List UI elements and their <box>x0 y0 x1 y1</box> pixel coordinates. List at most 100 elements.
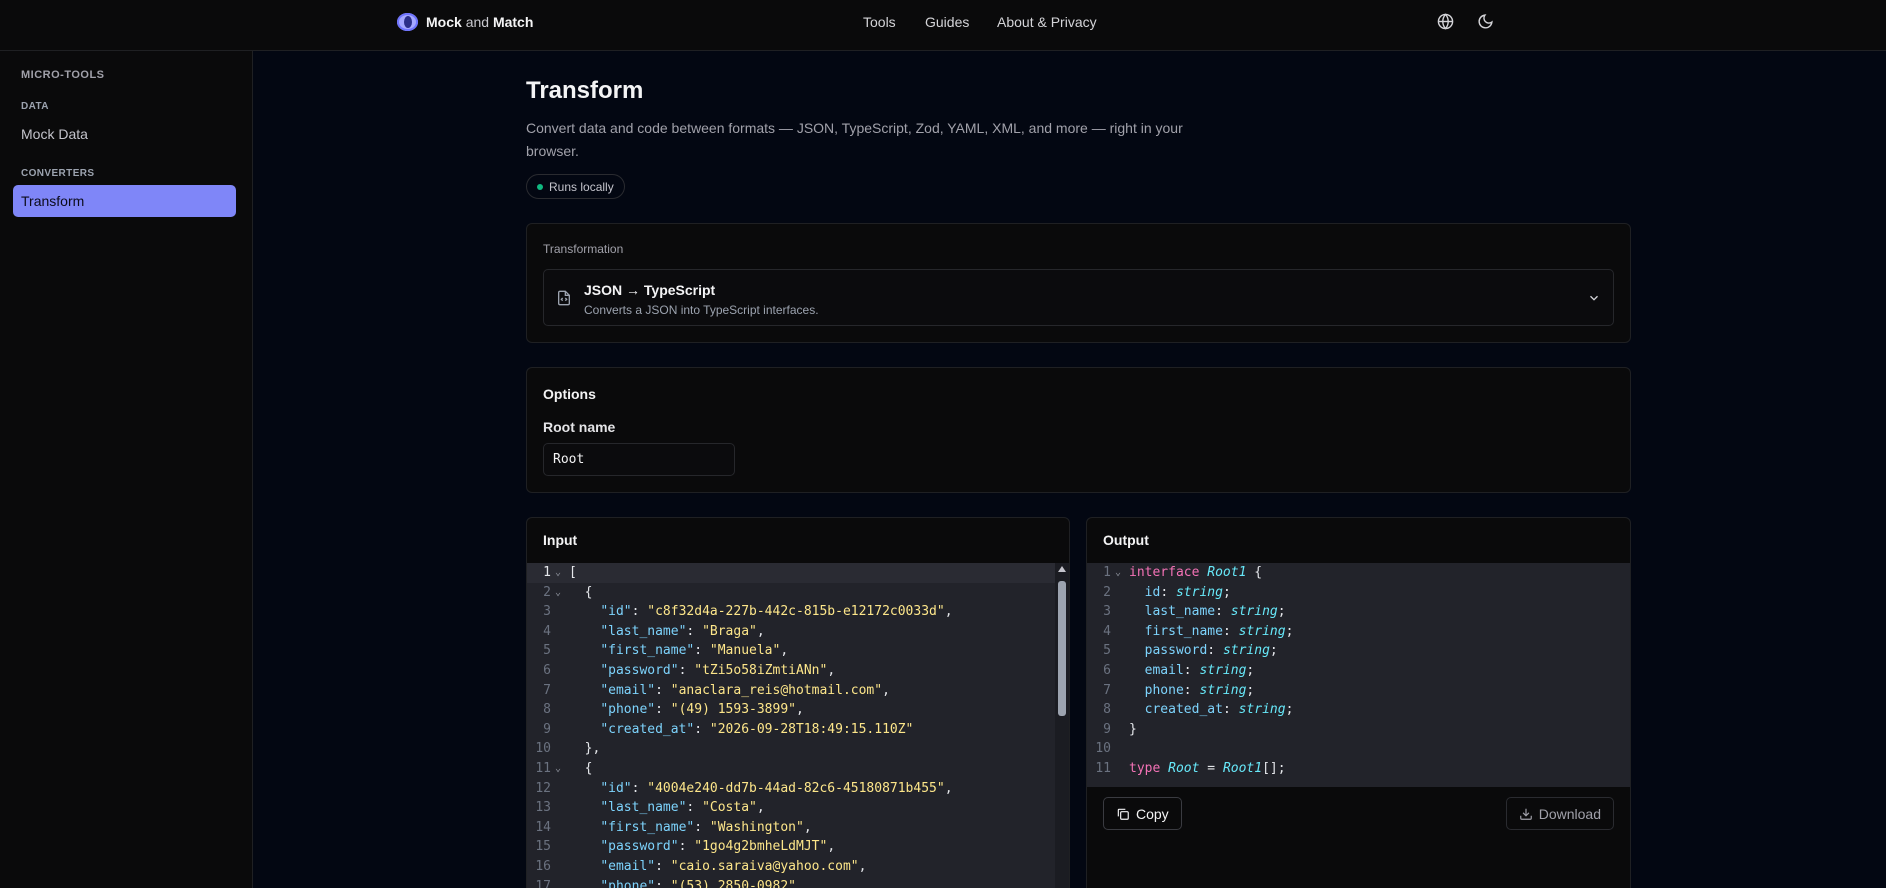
line-number: 8 <box>1103 702 1111 718</box>
input-line-text: { <box>569 584 593 600</box>
root-name-input[interactable] <box>543 443 735 476</box>
fold-chevron-icon[interactable]: ⌄ <box>555 563 561 583</box>
output-title: Output <box>1103 532 1149 548</box>
input-line: 12 "id": "4004e240-dd7b-44ad-82c6-451808… <box>527 779 1069 799</box>
line-number: 17 <box>535 878 551 888</box>
transformation-card: Transformation JSON → TypeScript Convert… <box>526 223 1631 343</box>
options-title: Options <box>543 386 596 402</box>
input-line: 5 "first_name": "Manuela", <box>527 641 1069 661</box>
line-number: 4 <box>1103 623 1111 639</box>
sidebar-heading: MICRO-TOOLS <box>21 69 105 81</box>
output-line-text: } <box>1129 721 1137 737</box>
line-number: 2 <box>543 584 551 600</box>
output-editor-card: Output 1 ⌄ interface Root1 {2 id: string; 3… <box>1086 517 1631 888</box>
line-number: 11 <box>1095 760 1111 776</box>
input-line-text: { <box>569 760 593 776</box>
input-line-text: }, <box>569 741 601 757</box>
input-line: 4 "last_name": "Braga", <box>527 622 1069 642</box>
sidebar-item-transform[interactable]: Transform <box>13 185 236 217</box>
chevron-down-icon <box>1587 291 1601 305</box>
line-number: 11 <box>535 760 551 776</box>
line-number: 7 <box>543 682 551 698</box>
nav-tools[interactable]: Tools <box>863 14 896 30</box>
output-line-text: phone: string; <box>1144 682 1255 698</box>
copy-button[interactable]: Copy <box>1103 797 1182 830</box>
output-line: 2 id: string; <box>1087 583 1630 603</box>
input-line-text: "last_name": "Braga", <box>600 623 765 639</box>
line-number: 5 <box>1103 643 1111 659</box>
input-line-text: "id": "4004e240-dd7b-44ad-82c6-45180871b… <box>600 780 953 796</box>
code-file-icon <box>556 289 572 307</box>
input-line: 15 "password": "1go4g2bmheLdMJT", <box>527 837 1069 857</box>
input-code-editor[interactable]: 1 ⌄[2 ⌄ {3 "id": "c8f32d4a-227b-442c-815b-… <box>527 563 1069 888</box>
input-line-text: "password": "1go4g2bmheLdMJT", <box>600 839 836 855</box>
download-button[interactable]: Download <box>1505 797 1614 830</box>
options-card: Options Root name <box>526 367 1631 493</box>
input-line: 6 "password": "tZi5o58iZmtiANn", <box>527 661 1069 681</box>
moon-icon[interactable] <box>1476 12 1496 32</box>
output-line-text: password: string; <box>1144 643 1278 659</box>
line-number: 8 <box>543 702 551 718</box>
line-number: 6 <box>543 662 551 678</box>
input-scrollbar[interactable] <box>1055 563 1069 888</box>
nav-about-privacy[interactable]: About & Privacy <box>997 14 1097 30</box>
fold-chevron-icon[interactable]: ⌄ <box>555 583 561 603</box>
line-number: 1 <box>543 565 551 580</box>
line-number: 16 <box>535 858 551 874</box>
output-line-text: email: string; <box>1144 662 1255 678</box>
input-line: 11 ⌄ { <box>527 759 1069 779</box>
globe-icon[interactable] <box>1436 12 1456 32</box>
line-number: 5 <box>543 643 551 659</box>
transformation-selected-subtitle: Converts a JSON into TypeScript interfac… <box>584 303 819 317</box>
output-code-viewer[interactable]: 1 ⌄ interface Root1 {2 id: string; 3 last_n… <box>1087 563 1630 787</box>
transformation-selected-title: JSON → TypeScript <box>584 282 716 298</box>
line-number: 2 <box>1103 584 1111 600</box>
output-line: 5 password: string; <box>1087 641 1630 661</box>
line-number: 10 <box>535 741 551 757</box>
line-number: 15 <box>535 839 551 855</box>
input-line: 1 ⌄ [ <box>527 563 1069 583</box>
brand-name: Mock and Match <box>426 14 534 30</box>
brand-logo-icon <box>397 13 418 31</box>
transformation-label: Transformation <box>543 242 624 256</box>
line-number: 12 <box>535 780 551 796</box>
input-editor-card: Input 1 ⌄[2 ⌄ {3 "id": "c8f32d4a-227b-442c… <box>526 517 1070 888</box>
transformation-select[interactable]: JSON → TypeScript Converts a JSON into T… <box>543 269 1614 326</box>
output-line: 1 ⌄ interface Root1 { <box>1087 563 1630 583</box>
output-actions: Copy Download <box>1087 787 1630 847</box>
input-line: 9 "created_at": "2026-09-28T18:49:15.110… <box>527 720 1069 740</box>
sidebar-item-mock-data[interactable]: Mock Data <box>21 126 88 142</box>
scroll-thumb[interactable] <box>1058 581 1066 716</box>
input-line: 17 "phone": "(53) 2850-0982", <box>527 877 1069 888</box>
line-number: 10 <box>1095 741 1111 757</box>
input-line: 7 "email": "anaclara_reis@hotmail.com", <box>527 681 1069 701</box>
output-line-text: interface Root1 { <box>1129 565 1263 580</box>
output-line: 9} <box>1087 720 1630 740</box>
output-line-text: last_name: string; <box>1144 604 1286 620</box>
top-navbar: Mock and Match Tools Guides About & Priv… <box>0 0 1886 51</box>
root-name-label: Root name <box>543 419 616 435</box>
runs-locally-badge: Runs locally <box>526 174 625 199</box>
brand-link[interactable]: Mock and Match <box>397 12 533 32</box>
line-number: 13 <box>535 800 551 816</box>
nav-guides[interactable]: Guides <box>925 14 969 30</box>
input-line-text: "first_name": "Washington", <box>600 819 812 835</box>
input-title: Input <box>543 532 578 548</box>
output-line-text: type Root = Root1[]; <box>1129 760 1286 776</box>
output-line-text: first_name: string; <box>1144 623 1294 639</box>
line-number: 1 <box>1103 565 1111 580</box>
fold-chevron-icon[interactable]: ⌄ <box>555 759 561 779</box>
line-number: 14 <box>535 819 551 835</box>
scroll-up-icon[interactable] <box>1058 566 1066 572</box>
output-line: 10 <box>1087 739 1630 759</box>
input-line-text: [ <box>569 565 577 580</box>
output-line: 8 created_at: string; <box>1087 700 1630 720</box>
input-line-text: "first_name": "Manuela", <box>600 643 789 659</box>
line-number: 3 <box>543 604 551 620</box>
input-line-text: "created_at": "2026-09-28T18:49:15.110Z" <box>600 721 914 737</box>
line-number: 9 <box>543 721 551 737</box>
copy-icon <box>1117 808 1129 820</box>
fold-chevron-icon[interactable]: ⌄ <box>1115 563 1121 583</box>
download-icon <box>1519 808 1532 820</box>
input-line-text: "email": "caio.saraiva@yahoo.com", <box>600 858 867 874</box>
